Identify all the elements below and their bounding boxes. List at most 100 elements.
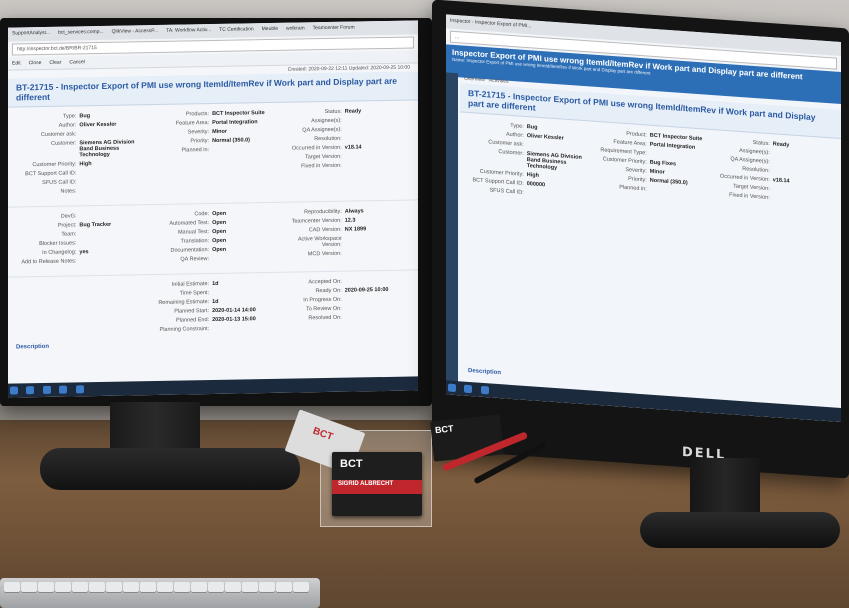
field-value: High	[79, 161, 92, 168]
browser-tab[interactable]: TC Certification	[215, 23, 257, 36]
field-row: MCD Version:	[283, 250, 408, 258]
field-value	[79, 169, 142, 176]
field-value	[527, 142, 585, 152]
browser-tab[interactable]: SupportAnalyst...	[8, 27, 54, 40]
field-label: Customer Priority:	[602, 156, 647, 166]
field-value: 12.3	[344, 217, 356, 224]
browser-tab[interactable]: TA: Workflow Activ...	[162, 24, 215, 37]
field-row: Assignee(s):	[283, 117, 408, 125]
field-label: Priority:	[190, 138, 210, 145]
browser-tab[interactable]: QlikView - AccessP...	[108, 25, 163, 38]
field-value	[650, 187, 708, 197]
keyboard-key	[89, 582, 105, 592]
field-label: Requirement Type:	[600, 147, 647, 157]
field-label: Feature Area:	[613, 139, 647, 148]
field-value	[773, 150, 831, 160]
field-label: Target Version:	[733, 183, 770, 193]
browser-tab[interactable]: wolkram	[282, 22, 309, 34]
toolbar-button[interactable]: Edit	[12, 60, 21, 66]
keyboard-key	[208, 582, 224, 592]
field-label: Code:	[194, 211, 210, 218]
tab-overview[interactable]: Overview	[464, 76, 485, 83]
start-icon[interactable]	[10, 386, 18, 395]
browser-tab[interactable]: Teamcenter Forum	[309, 21, 359, 34]
field-label: Planned End:	[176, 317, 210, 324]
field-label: Resolved On:	[308, 314, 342, 322]
field-label: Translation:	[180, 238, 210, 245]
keyboard-key	[157, 582, 173, 592]
field-value: 2020-01-14 14:00	[212, 307, 256, 315]
field-label: Severity:	[187, 129, 210, 136]
field-label: SFUS Call ID:	[42, 179, 77, 186]
field-label: Assignee(s):	[739, 147, 770, 157]
right-screen: Inspector - Inspector Export of PMI... .…	[446, 14, 841, 423]
field-value	[212, 255, 275, 262]
field-label: Reproducibility:	[304, 208, 342, 216]
field-label: Customer Priority:	[32, 161, 77, 169]
field-row: Accepted On:	[283, 278, 408, 286]
keyboard	[0, 578, 320, 608]
field-label: CAD Version:	[308, 226, 342, 234]
field-value: yes	[79, 249, 89, 256]
field-row: Teamcenter Version: 12.3	[283, 217, 408, 225]
field-row: To Review On:	[283, 305, 408, 313]
field-value: Ready	[344, 108, 362, 115]
field-label: Type:	[510, 122, 524, 130]
field-value	[345, 153, 408, 160]
field-value: High	[526, 172, 539, 179]
explorer-icon[interactable]	[42, 385, 51, 394]
field-label: Initial Estimate:	[171, 281, 210, 288]
keyboard-key	[293, 582, 309, 592]
field-value	[345, 126, 408, 133]
field-label: In Progress On:	[303, 296, 342, 304]
field-value: Always	[344, 208, 364, 215]
field-label: Customer ask:	[488, 139, 524, 148]
field-row: Planned Start: 2020-01-14 14:00	[151, 307, 276, 315]
field-value: Normal (350.0)	[212, 137, 250, 145]
field-value	[773, 195, 831, 205]
outlook-icon[interactable]	[75, 385, 84, 394]
browser-icon[interactable]	[59, 385, 68, 394]
keyboard-key	[191, 582, 207, 592]
field-label: Ready On:	[315, 287, 342, 295]
keyboard-key	[140, 582, 156, 592]
keyboard-key	[225, 582, 241, 592]
field-row: Fixed in Version:	[283, 162, 408, 170]
field-value: Bug	[79, 113, 91, 120]
field-row: Translation: Open	[151, 237, 276, 245]
field-row: Add to Release Notes:	[18, 257, 143, 265]
field-value: Minor	[212, 128, 228, 136]
field-label: Status:	[324, 108, 342, 116]
field-value	[773, 168, 831, 178]
field-value: 1d	[212, 298, 219, 306]
field-value	[212, 146, 275, 153]
browser-tab[interactable]: bct_services:comp...	[54, 26, 108, 39]
field-row: QA Review:	[151, 255, 276, 263]
toolbar-button[interactable]: Clear	[49, 60, 61, 66]
field-value	[345, 235, 408, 248]
field-label: Notes:	[60, 188, 77, 195]
field-value: 2020-01-13 15:00	[212, 316, 256, 324]
field-label: Automated Test:	[169, 220, 210, 227]
field-value	[345, 250, 408, 257]
field-label: QA Assignee(s):	[302, 126, 342, 134]
field-row: Status: Ready	[283, 108, 408, 116]
tab-activities[interactable]: Activities	[489, 77, 509, 84]
field-value: Siemens AG Division Band Business Techno…	[79, 139, 135, 159]
field-value	[345, 305, 408, 312]
field-value: Portal Integration	[649, 141, 696, 151]
field-label: Customer ask:	[40, 131, 77, 139]
field-label: Occurred in Version:	[719, 173, 770, 184]
toolbar-button[interactable]: Close	[29, 60, 42, 66]
field-row: Type: Bug	[18, 112, 143, 120]
field-value: Open	[212, 210, 227, 218]
browser-tab[interactable]: Meuble	[258, 23, 282, 35]
toolbar-button[interactable]: Cancel	[69, 59, 85, 65]
field-value	[79, 130, 142, 137]
keyboard-key	[4, 582, 20, 592]
field-row: Notes:	[18, 187, 143, 195]
field-row: Project: Bug Tracker	[18, 221, 143, 229]
field-label: Team:	[61, 231, 77, 238]
field-row: Author: Oliver Kessler	[18, 121, 143, 129]
search-icon[interactable]	[26, 386, 35, 395]
